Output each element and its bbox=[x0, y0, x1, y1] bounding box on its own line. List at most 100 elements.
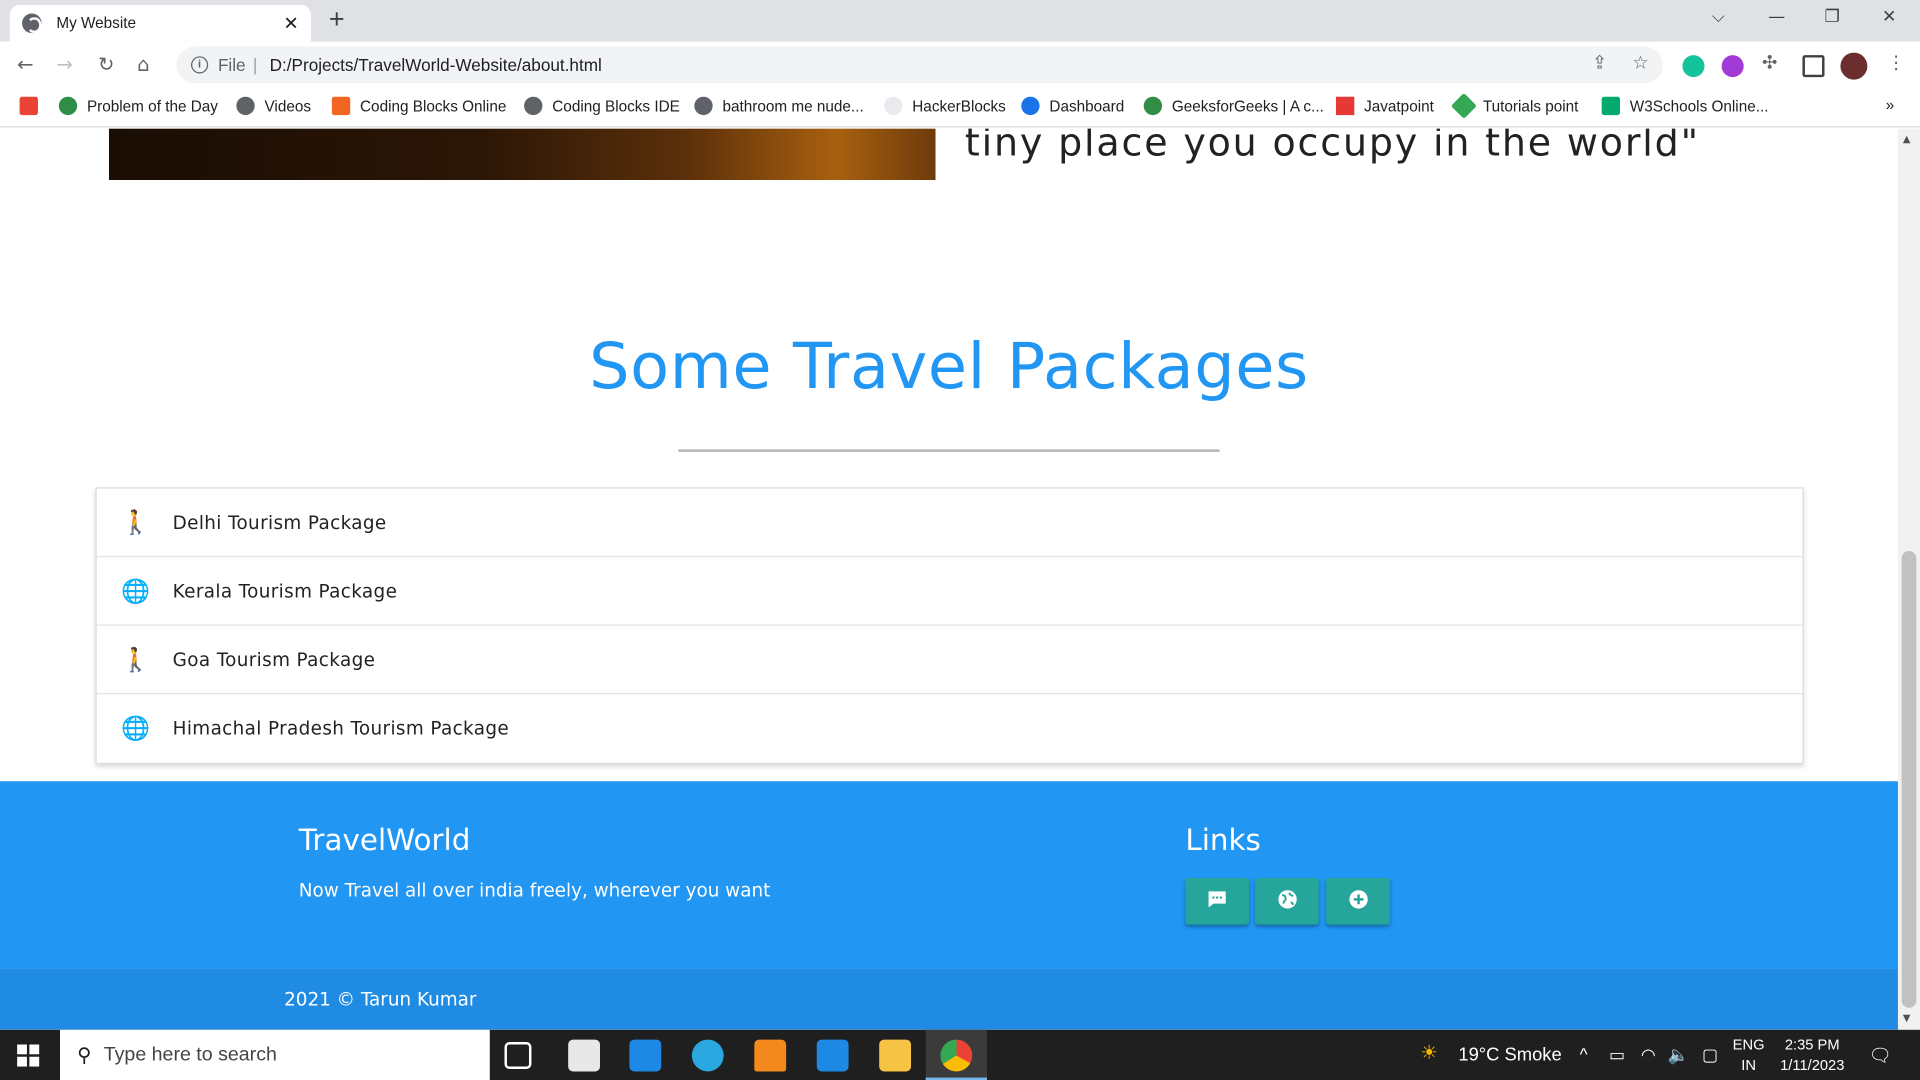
chat-icon bbox=[1207, 890, 1227, 913]
copyright-bar: 2021 © Tarun Kumar bbox=[0, 968, 1898, 1030]
weather-text[interactable]: 19°C Smoke bbox=[1458, 1044, 1561, 1065]
bookmark-hackerblocks[interactable]: HackerBlocks bbox=[884, 96, 1006, 116]
address-scheme: File bbox=[217, 55, 246, 75]
microsoft-store-icon[interactable] bbox=[568, 1039, 601, 1072]
wifi-icon[interactable]: ◠ bbox=[1641, 1044, 1656, 1065]
package-item-delhi[interactable]: 🚶 Delhi Tourism Package bbox=[96, 489, 1803, 558]
minimize-icon[interactable]: — bbox=[1768, 7, 1785, 27]
system-clock[interactable]: 2:35 PM 1/11/2023 bbox=[1778, 1035, 1847, 1077]
package-item-goa[interactable]: 🚶 Goa Tourism Package bbox=[96, 626, 1803, 695]
bookmark-label: Videos bbox=[264, 97, 312, 115]
chat-button[interactable] bbox=[1185, 877, 1249, 925]
dashboard-icon bbox=[1021, 96, 1040, 116]
show-hidden-icons[interactable]: ^ bbox=[1580, 1044, 1588, 1064]
mail-icon[interactable] bbox=[629, 1039, 662, 1072]
add-button[interactable] bbox=[1326, 877, 1390, 925]
tab-search-icon[interactable]: ⌵ bbox=[1712, 7, 1725, 27]
package-item-himachal[interactable]: 🌐 Himachal Pradesh Tourism Package bbox=[97, 694, 1803, 763]
meet-now-icon[interactable]: ▢ bbox=[1702, 1044, 1718, 1065]
address-bar[interactable]: i File | D:/Projects/TravelWorld-Website… bbox=[176, 46, 1663, 84]
clock-date: 1/11/2023 bbox=[1780, 1056, 1845, 1074]
input-language[interactable]: ENG IN bbox=[1733, 1035, 1765, 1077]
bookmark-star-icon[interactable]: ☆ bbox=[1632, 51, 1648, 73]
close-window-icon[interactable]: ✕ bbox=[1882, 7, 1896, 27]
bookmark-label: Coding Blocks IDE bbox=[552, 97, 680, 115]
battery-icon[interactable]: ▭ bbox=[1609, 1044, 1625, 1065]
reload-icon[interactable]: ↻ bbox=[98, 53, 114, 76]
bookmark-videos[interactable]: Videos bbox=[236, 96, 312, 116]
side-panel-icon[interactable] bbox=[1802, 55, 1825, 78]
vscode-icon[interactable] bbox=[816, 1039, 849, 1072]
page-scrollbar[interactable]: ▲ ▼ bbox=[1897, 128, 1920, 1030]
close-tab-icon[interactable]: ✕ bbox=[283, 12, 298, 34]
gfg-icon bbox=[58, 96, 78, 116]
bookmark-dashboard[interactable]: Dashboard bbox=[1021, 96, 1125, 116]
grammarly-icon[interactable] bbox=[1682, 55, 1705, 78]
bookmark-coding-blocks-online[interactable]: Coding Blocks Online bbox=[331, 96, 506, 116]
weather-icon: ☀ bbox=[1420, 1043, 1438, 1065]
bookmarks-bar: Problem of the Day Videos Coding Blocks … bbox=[0, 88, 1920, 128]
bookmark-label: GeeksforGeeks | A c... bbox=[1171, 97, 1324, 115]
menu-kebab-icon[interactable]: ⋮ bbox=[1887, 51, 1905, 73]
windows-taskbar: ⚲ Type here to search ☀ 19°C Smoke ^ ▭ ◠… bbox=[0, 1029, 1920, 1080]
file-explorer-icon[interactable] bbox=[879, 1039, 912, 1072]
site-info-icon[interactable]: i bbox=[191, 56, 209, 74]
back-icon[interactable]: ← bbox=[17, 53, 33, 76]
section-title: Some Travel Packages bbox=[589, 330, 1309, 405]
home-icon[interactable]: ⌂ bbox=[137, 53, 149, 76]
hiking-icon: 🚶 bbox=[121, 645, 151, 673]
avatar[interactable] bbox=[1840, 52, 1868, 80]
bookmark-bathroom[interactable]: bathroom me nude... bbox=[694, 96, 864, 116]
address-url[interactable]: D:/Projects/TravelWorld-Website/about.ht… bbox=[270, 55, 602, 75]
footer-tagline: Now Travel all over india freely, wherev… bbox=[298, 879, 771, 902]
tab-my-website[interactable]: My Website ✕ bbox=[9, 4, 312, 42]
package-label: Delhi Tourism Package bbox=[172, 511, 387, 534]
bookmark-label: Dashboard bbox=[1049, 97, 1125, 115]
new-tab-button[interactable]: + bbox=[321, 6, 353, 35]
share-icon[interactable]: ⇪ bbox=[1592, 51, 1607, 73]
volume-icon[interactable]: 🔈 bbox=[1668, 1044, 1689, 1065]
scroll-down-icon[interactable]: ▼ bbox=[1903, 1013, 1911, 1024]
forward-icon[interactable]: → bbox=[56, 53, 72, 76]
bookmark-label: Tutorials point bbox=[1482, 97, 1579, 115]
globe-icon bbox=[22, 13, 42, 34]
bookmark-tutorials-point[interactable]: Tutorials point bbox=[1450, 92, 1579, 119]
hiking-icon: 🚶 bbox=[121, 508, 151, 536]
bookmark-problem-of-the-day[interactable]: Problem of the Day bbox=[58, 96, 218, 116]
edge-icon[interactable] bbox=[691, 1039, 724, 1072]
extensions-puzzle-icon[interactable]: ✣ bbox=[1762, 51, 1777, 73]
search-icon: ⚲ bbox=[77, 1045, 92, 1066]
scroll-up-icon[interactable]: ▲ bbox=[1903, 133, 1911, 144]
bookmark-label: bathroom me nude... bbox=[722, 97, 864, 115]
vlc-icon[interactable] bbox=[754, 1039, 787, 1072]
bookmark-label: Javatpoint bbox=[1364, 97, 1434, 115]
travel-explore-icon: 🌐 bbox=[121, 577, 151, 605]
notifications-icon[interactable]: 🗨 bbox=[1869, 1044, 1892, 1067]
browser-toolbar: ← → ↻ ⌂ i File | D:/Projects/TravelWorld… bbox=[0, 41, 1920, 89]
chrome-taskbar-button[interactable] bbox=[925, 1029, 987, 1080]
bookmark-label: Problem of the Day bbox=[86, 97, 218, 115]
bookmark-geeksforgeeks[interactable]: GeeksforGeeks | A c... bbox=[1143, 96, 1324, 116]
javatpoint-icon bbox=[1335, 96, 1355, 116]
package-item-kerala[interactable]: 🌐 Kerala Tourism Package bbox=[96, 557, 1803, 626]
taskbar-search[interactable]: ⚲ Type here to search bbox=[60, 1029, 490, 1080]
windows-start-icon[interactable] bbox=[17, 1044, 40, 1067]
restore-icon[interactable]: ❐ bbox=[1825, 7, 1840, 27]
bookmark-javatpoint[interactable]: Javatpoint bbox=[1335, 96, 1434, 116]
chrome-icon bbox=[940, 1039, 973, 1072]
public-button[interactable] bbox=[1255, 877, 1319, 925]
globe-icon bbox=[524, 96, 543, 116]
taskbar-search-placeholder: Type here to search bbox=[103, 1043, 277, 1065]
more-bookmarks-button[interactable]: » bbox=[1886, 97, 1895, 114]
bookmark-gmail[interactable] bbox=[19, 96, 48, 116]
scrollbar-thumb[interactable] bbox=[1901, 551, 1917, 1008]
task-view-icon[interactable] bbox=[504, 1042, 532, 1069]
footer-links-title: Links bbox=[1185, 822, 1261, 858]
tutorialspoint-icon bbox=[1450, 92, 1477, 119]
clock-time: 2:35 PM bbox=[1784, 1035, 1840, 1054]
bookmark-w3schools[interactable]: W3Schools Online... bbox=[1601, 96, 1769, 116]
travel-explore-icon: 🌐 bbox=[121, 715, 151, 743]
bookmark-label: W3Schools Online... bbox=[1629, 97, 1769, 115]
bookmark-coding-blocks-ide[interactable]: Coding Blocks IDE bbox=[524, 96, 680, 116]
extension-icon[interactable] bbox=[1721, 55, 1744, 78]
